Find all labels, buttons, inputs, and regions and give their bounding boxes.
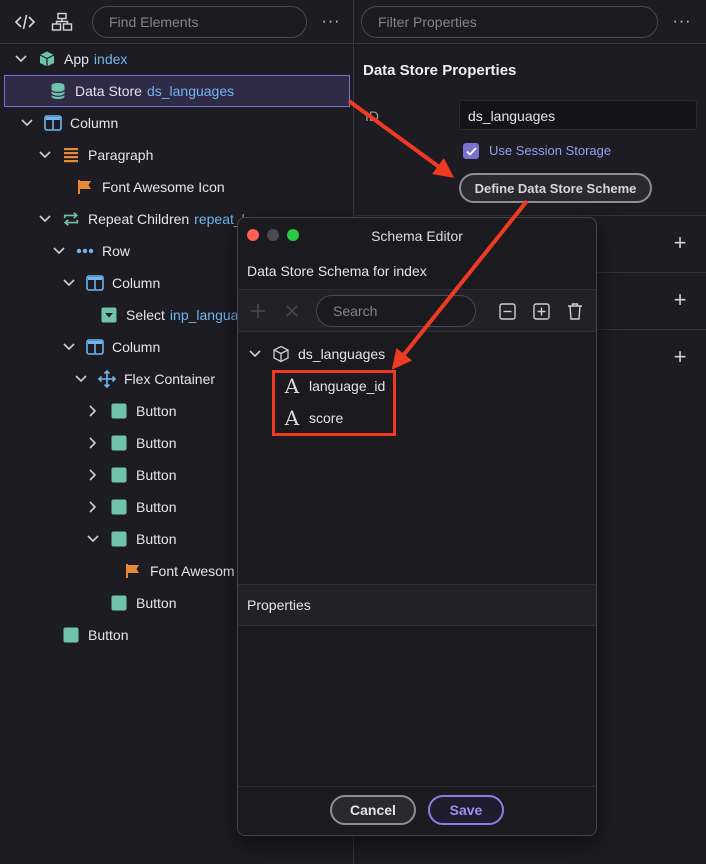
flag-icon (124, 562, 142, 580)
tree-item-label: Select (126, 307, 165, 323)
paragraph-icon (62, 146, 80, 164)
tree-item-label: Font Awesome Icon (102, 179, 225, 195)
tree-item-label: Button (136, 435, 177, 451)
tree-item-label: Column (112, 275, 161, 291)
tree-item-label: Button (88, 627, 129, 643)
chevron-right-icon[interactable] (86, 468, 100, 482)
tree-item-label: Data Store (75, 83, 142, 99)
button-icon (110, 402, 128, 420)
tree-item-font-awesome-icon[interactable]: Font Awesome Icon (0, 171, 354, 203)
chevron-down-icon[interactable] (248, 347, 262, 361)
code-icon[interactable] (14, 11, 36, 33)
checkmark-icon (465, 146, 477, 156)
chevron-right-icon[interactable] (86, 404, 100, 418)
session-storage-checkbox[interactable] (463, 143, 479, 159)
chevron-down-icon[interactable] (14, 52, 28, 66)
tree-item-column[interactable]: Column (0, 107, 354, 139)
schema-root-node[interactable]: ds_languages (238, 338, 596, 370)
button-icon (110, 594, 128, 612)
column-icon (86, 274, 104, 292)
remove-field-icon[interactable] (283, 302, 301, 320)
cube-icon (38, 50, 56, 68)
button-icon (110, 530, 128, 548)
chevron-down-icon[interactable] (86, 532, 100, 546)
cancel-button[interactable]: Cancel (330, 795, 416, 825)
tree-item-label: Font Awesom (150, 563, 235, 579)
column-icon (44, 114, 62, 132)
tree-item-label: Column (112, 339, 161, 355)
right-toolbar: Filter Properties ··· (355, 0, 706, 44)
select-icon (100, 306, 118, 324)
hierarchy-icon[interactable] (51, 11, 73, 33)
tree-item-label: Column (70, 115, 119, 131)
id-label: ID (365, 108, 379, 124)
chevron-right-icon[interactable] (86, 436, 100, 450)
button-icon (110, 434, 128, 452)
annotation-highlight-box (272, 370, 396, 436)
add-icon[interactable]: + (671, 346, 689, 368)
add-icon[interactable]: + (671, 232, 689, 254)
chevron-down-icon[interactable] (52, 244, 66, 258)
row-dots-icon (76, 242, 94, 260)
repeat-icon (62, 210, 80, 228)
move-arrows-icon (98, 370, 116, 388)
tree-item-ref: index (93, 51, 128, 67)
save-button[interactable]: Save (428, 795, 504, 825)
schema-root-label: ds_languages (298, 346, 386, 362)
left-toolbar: Find Elements ··· (0, 0, 353, 44)
tree-item-label: Button (136, 403, 177, 419)
tree-item-label: Button (136, 531, 177, 547)
flag-icon (76, 178, 94, 196)
properties-section-header: Properties (238, 584, 596, 626)
divider (355, 215, 706, 216)
dialog-title: Schema Editor (371, 228, 463, 244)
session-storage-label: Use Session Storage (489, 143, 612, 158)
tree-item-label: Row (102, 243, 131, 259)
button-icon (110, 498, 128, 516)
chevron-down-icon[interactable] (38, 148, 52, 162)
filter-properties-input[interactable]: Filter Properties (361, 6, 658, 38)
tree-item-label: Button (136, 595, 177, 611)
find-elements-input[interactable]: Find Elements (92, 6, 307, 38)
chevron-down-icon[interactable] (62, 340, 76, 354)
schema-search-input[interactable]: Search (316, 295, 476, 327)
dialog-footer: Cancel Save (238, 786, 596, 835)
tree-item-app[interactable]: App index (0, 43, 354, 75)
schema-toolbar: Search (238, 290, 596, 332)
column-icon (86, 338, 104, 356)
trash-icon[interactable] (566, 302, 584, 320)
tree-item-label: App (64, 51, 89, 67)
dialog-titlebar: Schema Editor (238, 218, 596, 254)
schema-editor-dialog: Schema Editor Data Store Schema for inde… (237, 217, 597, 836)
tree-item-ref: ds_languages (146, 83, 235, 99)
define-data-store-scheme-button[interactable]: Define Data Store Scheme (459, 173, 652, 203)
tree-item-label: Button (136, 467, 177, 483)
tree-item-label: Button (136, 499, 177, 515)
more-options-icon[interactable]: ··· (671, 11, 693, 33)
chevron-right-icon[interactable] (86, 500, 100, 514)
tree-item-label: Flex Container (124, 371, 216, 387)
add-icon[interactable]: + (671, 289, 689, 311)
properties-title: Data Store Properties (363, 62, 517, 79)
chevron-down-icon[interactable] (62, 276, 76, 290)
expand-all-icon[interactable] (532, 302, 550, 320)
database-icon (49, 82, 67, 100)
tree-item-label: Paragraph (88, 147, 154, 163)
tree-item-data-store[interactable]: Data Store ds_languages (4, 75, 350, 107)
more-options-icon[interactable]: ··· (320, 11, 342, 33)
id-input[interactable]: ds_languages (459, 100, 697, 130)
schema-heading: Data Store Schema for index (238, 254, 596, 290)
chevron-down-icon[interactable] (20, 116, 34, 130)
add-field-icon[interactable] (249, 302, 267, 320)
collapse-all-icon[interactable] (498, 302, 516, 320)
chevron-down-icon[interactable] (38, 212, 52, 226)
button-icon (62, 626, 80, 644)
tree-item-label: Repeat Children (88, 211, 190, 227)
cube-outline-icon (272, 345, 290, 363)
tree-item-ref: inp_langua (169, 307, 239, 323)
chevron-down-icon[interactable] (74, 372, 88, 386)
tree-item-paragraph[interactable]: Paragraph (0, 139, 354, 171)
button-icon (110, 466, 128, 484)
